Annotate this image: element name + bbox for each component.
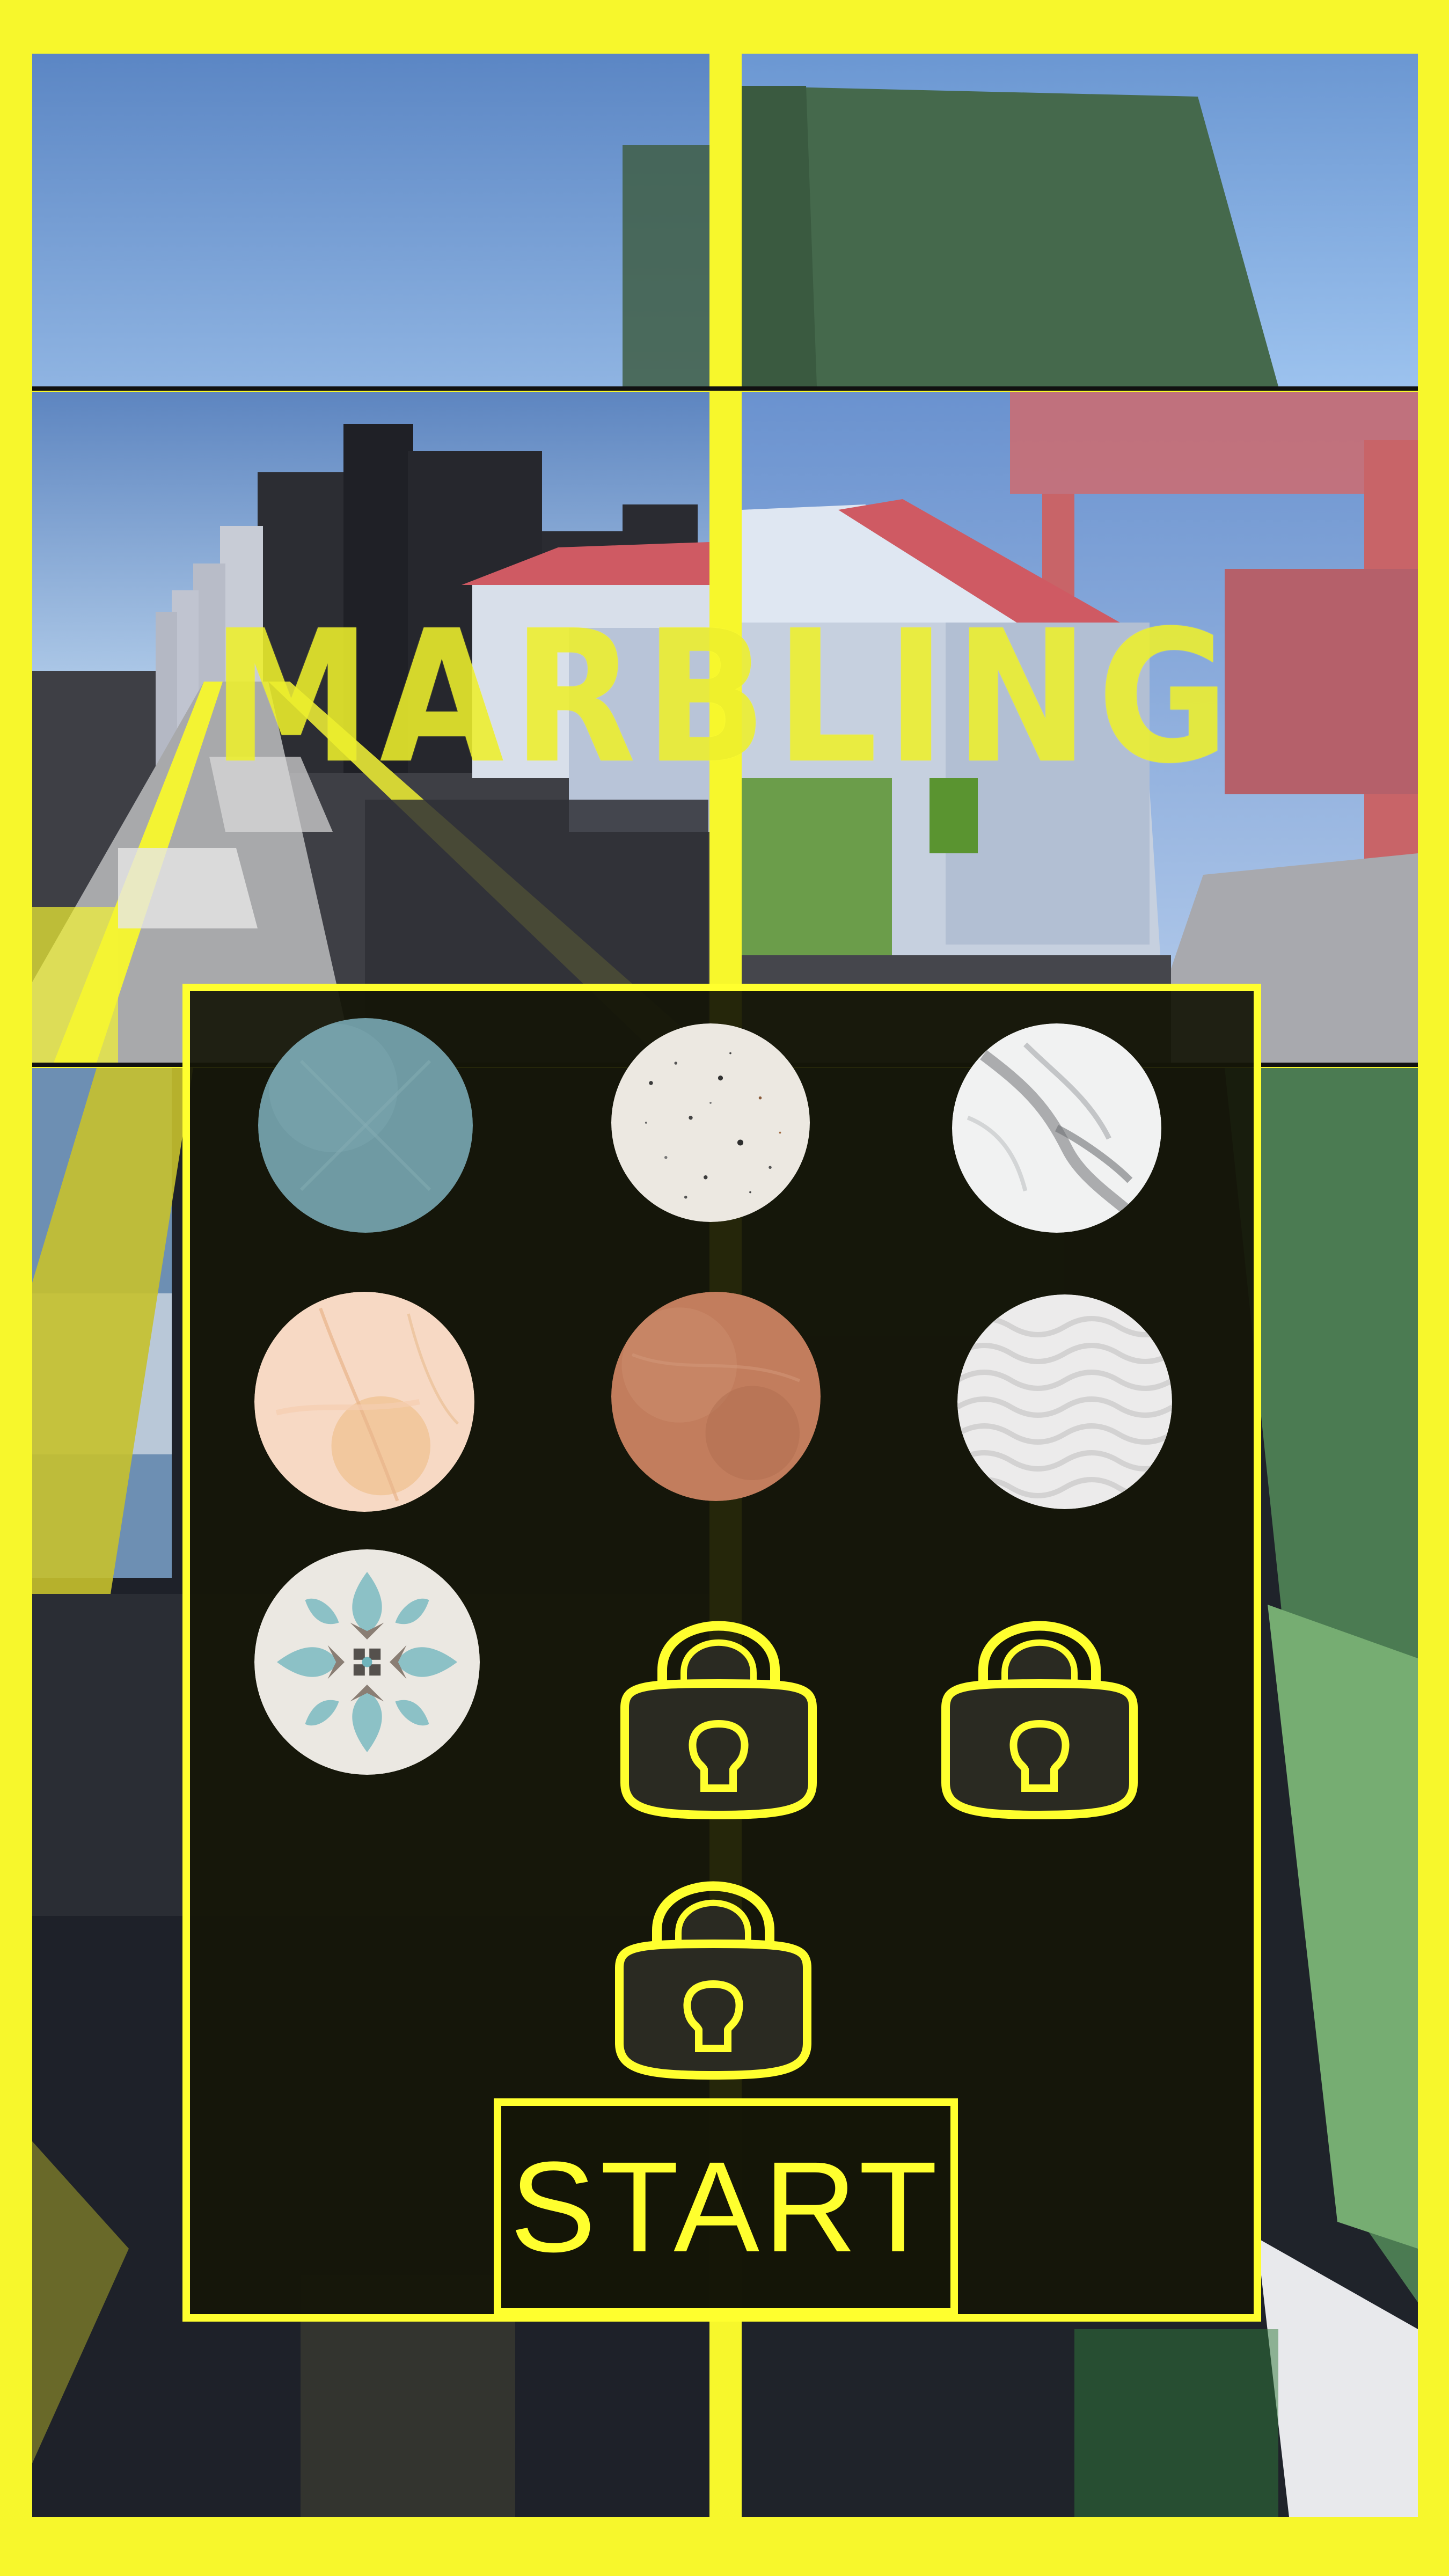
speckled-marble-icon (611, 1023, 810, 1222)
locked-marble-slot-3[interactable] (603, 1839, 823, 2086)
lock-icon (620, 1621, 817, 1820)
lock-icon (941, 1621, 1138, 1820)
marble-option-veined[interactable] (952, 1023, 1161, 1233)
main-menu-screen: MARBLING START (0, 0, 1449, 2576)
scene-panel-sky-right (742, 54, 1418, 386)
marble-option-speckled[interactable] (611, 1023, 810, 1222)
locked-marble-slot-1[interactable] (609, 1579, 829, 1826)
marble-option-waves[interactable] (957, 1294, 1172, 1509)
scene-panel-sky-left (32, 54, 709, 386)
veined-marble-icon (952, 1023, 1161, 1233)
game-title: MARBLING (211, 591, 1238, 804)
terracotta-marble-icon (611, 1292, 821, 1501)
locked-marble-slot-2[interactable] (930, 1579, 1150, 1826)
panel-divider-top (32, 386, 1418, 391)
marble-option-peach[interactable] (254, 1292, 474, 1512)
peach-marble-icon (254, 1292, 474, 1512)
wave-marble-icon (957, 1294, 1172, 1509)
tile-marble-icon (254, 1549, 480, 1775)
marble-option-terracotta[interactable] (611, 1292, 821, 1501)
start-button[interactable]: START (494, 2098, 958, 2316)
lock-icon (615, 1881, 811, 2080)
teal-marble-icon (258, 1018, 473, 1233)
marble-option-teal[interactable] (258, 1018, 473, 1233)
marble-option-floral-tile[interactable] (254, 1549, 480, 1775)
